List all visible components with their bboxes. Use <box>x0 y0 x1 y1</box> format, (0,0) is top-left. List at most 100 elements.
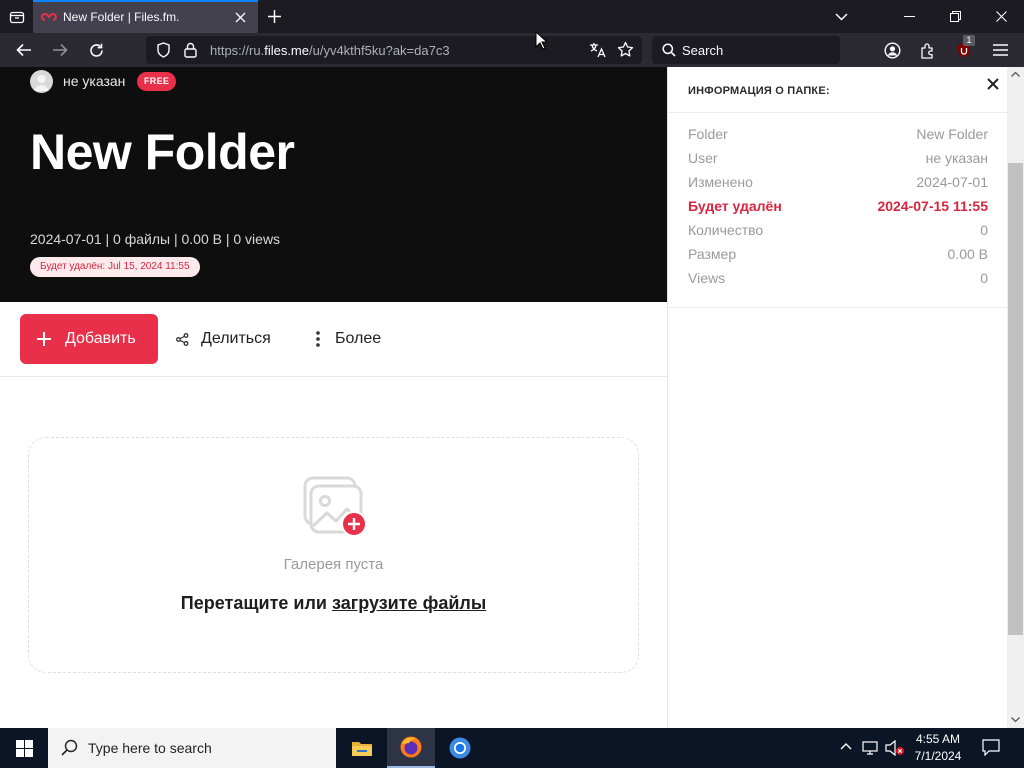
files-fm-logo-icon <box>41 11 57 23</box>
arrow-right-icon <box>52 43 68 57</box>
arrow-left-icon <box>16 43 32 57</box>
minimize-button[interactable] <box>886 0 932 33</box>
restore-button[interactable] <box>932 0 978 33</box>
clock-date: 7/1/2024 <box>914 749 962 763</box>
share-icon <box>176 332 189 346</box>
add-button[interactable]: Добавить <box>20 314 158 364</box>
share-button-label: Делиться <box>201 330 271 347</box>
plan-badge: FREE <box>137 72 177 91</box>
info-row-size: Размер 0.00 B <box>688 246 988 262</box>
upload-dropzone[interactable]: Галерея пуста Перетащите или загрузите ф… <box>28 437 639 673</box>
info-row-folder: Folder New Folder <box>688 126 988 142</box>
firefox-icon <box>399 735 423 759</box>
tab-files-fm[interactable]: New Folder | Files.fm. <box>33 0 258 33</box>
info-panel-title: ИНФОРМАЦИЯ О ПАПКЕ: <box>688 85 830 97</box>
firefox-app[interactable] <box>387 728 435 768</box>
tab-title: New Folder | Files.fm. <box>63 10 180 24</box>
drop-instructions: Перетащите или загрузите файлы <box>180 593 487 613</box>
minimize-icon <box>903 15 915 18</box>
more-button[interactable]: Более <box>316 314 381 364</box>
tab-list-button[interactable] <box>0 0 33 33</box>
empty-gallery-icon <box>299 474 371 538</box>
url-bar[interactable]: https://ru.files.me/u/yv4kthf5ku?ak=da7c… <box>146 36 642 64</box>
search-field-label: Search <box>682 43 724 58</box>
network-icon[interactable] <box>862 740 880 756</box>
puzzle-icon <box>920 42 937 59</box>
chrome-app[interactable] <box>436 728 484 768</box>
account-button[interactable] <box>878 36 906 64</box>
close-icon[interactable] <box>984 75 1002 93</box>
taskbar-search-placeholder: Type here to search <box>88 740 212 756</box>
new-tab-button[interactable] <box>258 0 291 33</box>
windows-taskbar: Type here to search 4:55 AM 7/1/2024 <box>0 728 1024 768</box>
scroll-up-arrow-icon[interactable] <box>1011 71 1020 77</box>
plus-icon <box>37 332 51 346</box>
file-explorer-icon <box>351 739 373 757</box>
close-icon <box>995 11 1007 22</box>
info-row-deletion: Будет удалён 2024-07-15 11:55 <box>688 198 988 214</box>
account-icon <box>883 41 901 59</box>
kebab-menu-icon <box>316 331 320 347</box>
more-button-label: Более <box>335 330 382 347</box>
search-icon <box>61 739 78 756</box>
plus-icon <box>268 10 281 23</box>
divider <box>668 307 1008 308</box>
list-all-tabs-button[interactable] <box>818 0 864 33</box>
web-page: не указан FREE New Folder 2024-07-01 | 0… <box>0 67 1024 728</box>
scrollbar-thumb[interactable] <box>1008 163 1023 635</box>
windows-logo-icon <box>15 739 33 757</box>
extensions-button[interactable] <box>914 36 942 64</box>
ublock-extension-button[interactable]: 1 <box>950 35 978 64</box>
translate-icon[interactable] <box>589 42 606 58</box>
owner-name[interactable]: не указан <box>63 73 125 89</box>
bookmark-star-icon[interactable] <box>617 41 634 58</box>
info-row-user: User не указан <box>688 150 988 166</box>
search-icon <box>662 43 676 57</box>
folder-header: не указан FREE New Folder 2024-07-01 | 0… <box>0 67 667 302</box>
url-text[interactable]: https://ru.files.me/u/yv4kthf5ku?ak=da7c… <box>210 43 450 58</box>
page-title: New Folder <box>30 124 295 180</box>
info-row-views: Views 0 <box>688 270 988 286</box>
chevron-down-icon <box>834 12 848 21</box>
system-clock[interactable]: 4:55 AM 7/1/2024 <box>906 731 970 765</box>
scroll-down-arrow-icon[interactable] <box>1011 717 1020 723</box>
folder-meta: 2024-07-01 | 0 файлы | 0.00 B | 0 views <box>30 231 281 247</box>
tab-close-icon[interactable] <box>235 12 246 23</box>
lock-icon[interactable] <box>184 42 197 58</box>
hamburger-menu-icon <box>992 44 1008 56</box>
mouse-cursor-icon <box>535 31 547 50</box>
info-list: Folder New Folder User не указан Изменено 2… <box>688 124 988 292</box>
info-row-modified: Изменено 2024-07-01 <box>688 174 988 190</box>
avatar[interactable] <box>30 70 53 93</box>
forward-button[interactable] <box>46 36 74 64</box>
empty-gallery-text: Галерея пуста <box>283 556 384 573</box>
chrome-icon <box>448 736 472 760</box>
reload-icon <box>89 43 104 58</box>
folder-info-panel: ИНФОРМАЦИЯ О ПАПКЕ: Folder New Folder Use… <box>667 67 1008 728</box>
start-button[interactable] <box>0 728 48 768</box>
file-explorer-app[interactable] <box>338 728 386 768</box>
folder-icon <box>9 9 25 25</box>
volume-muted-icon[interactable] <box>885 740 905 756</box>
share-button[interactable]: Делиться <box>176 314 271 364</box>
reload-button[interactable] <box>82 36 110 64</box>
close-window-button[interactable] <box>978 0 1024 33</box>
clock-time: 4:55 AM <box>915 732 961 746</box>
add-button-label: Добавить <box>65 330 136 347</box>
deletion-notice-badge: Будет удалён: Jul 15, 2024 11:55 <box>30 257 200 277</box>
show-hidden-icons-chevron-icon[interactable] <box>840 742 852 750</box>
browser-tab-strip: New Folder | Files.fm. <box>0 0 1024 33</box>
browser-nav-bar: https://ru.files.me/u/yv4kthf5ku?ak=da7c… <box>0 33 1024 67</box>
notifications-icon[interactable] <box>982 739 1000 756</box>
info-panel-header: ИНФОРМАЦИЯ О ПАПКЕ: <box>668 67 1008 113</box>
app-menu-button[interactable] <box>986 36 1014 64</box>
info-row-count: Количество 0 <box>688 222 988 238</box>
shield-icon[interactable] <box>156 42 171 58</box>
taskbar-search-box[interactable]: Type here to search <box>48 728 336 768</box>
folder-toolbar: Добавить Делиться Более <box>0 302 667 377</box>
browser-search-field[interactable]: Search <box>652 36 840 64</box>
restore-icon <box>949 11 961 22</box>
extension-count-badge: 1 <box>963 35 975 46</box>
upload-files-link[interactable]: загрузите файлы <box>332 593 486 613</box>
back-button[interactable] <box>10 36 38 64</box>
